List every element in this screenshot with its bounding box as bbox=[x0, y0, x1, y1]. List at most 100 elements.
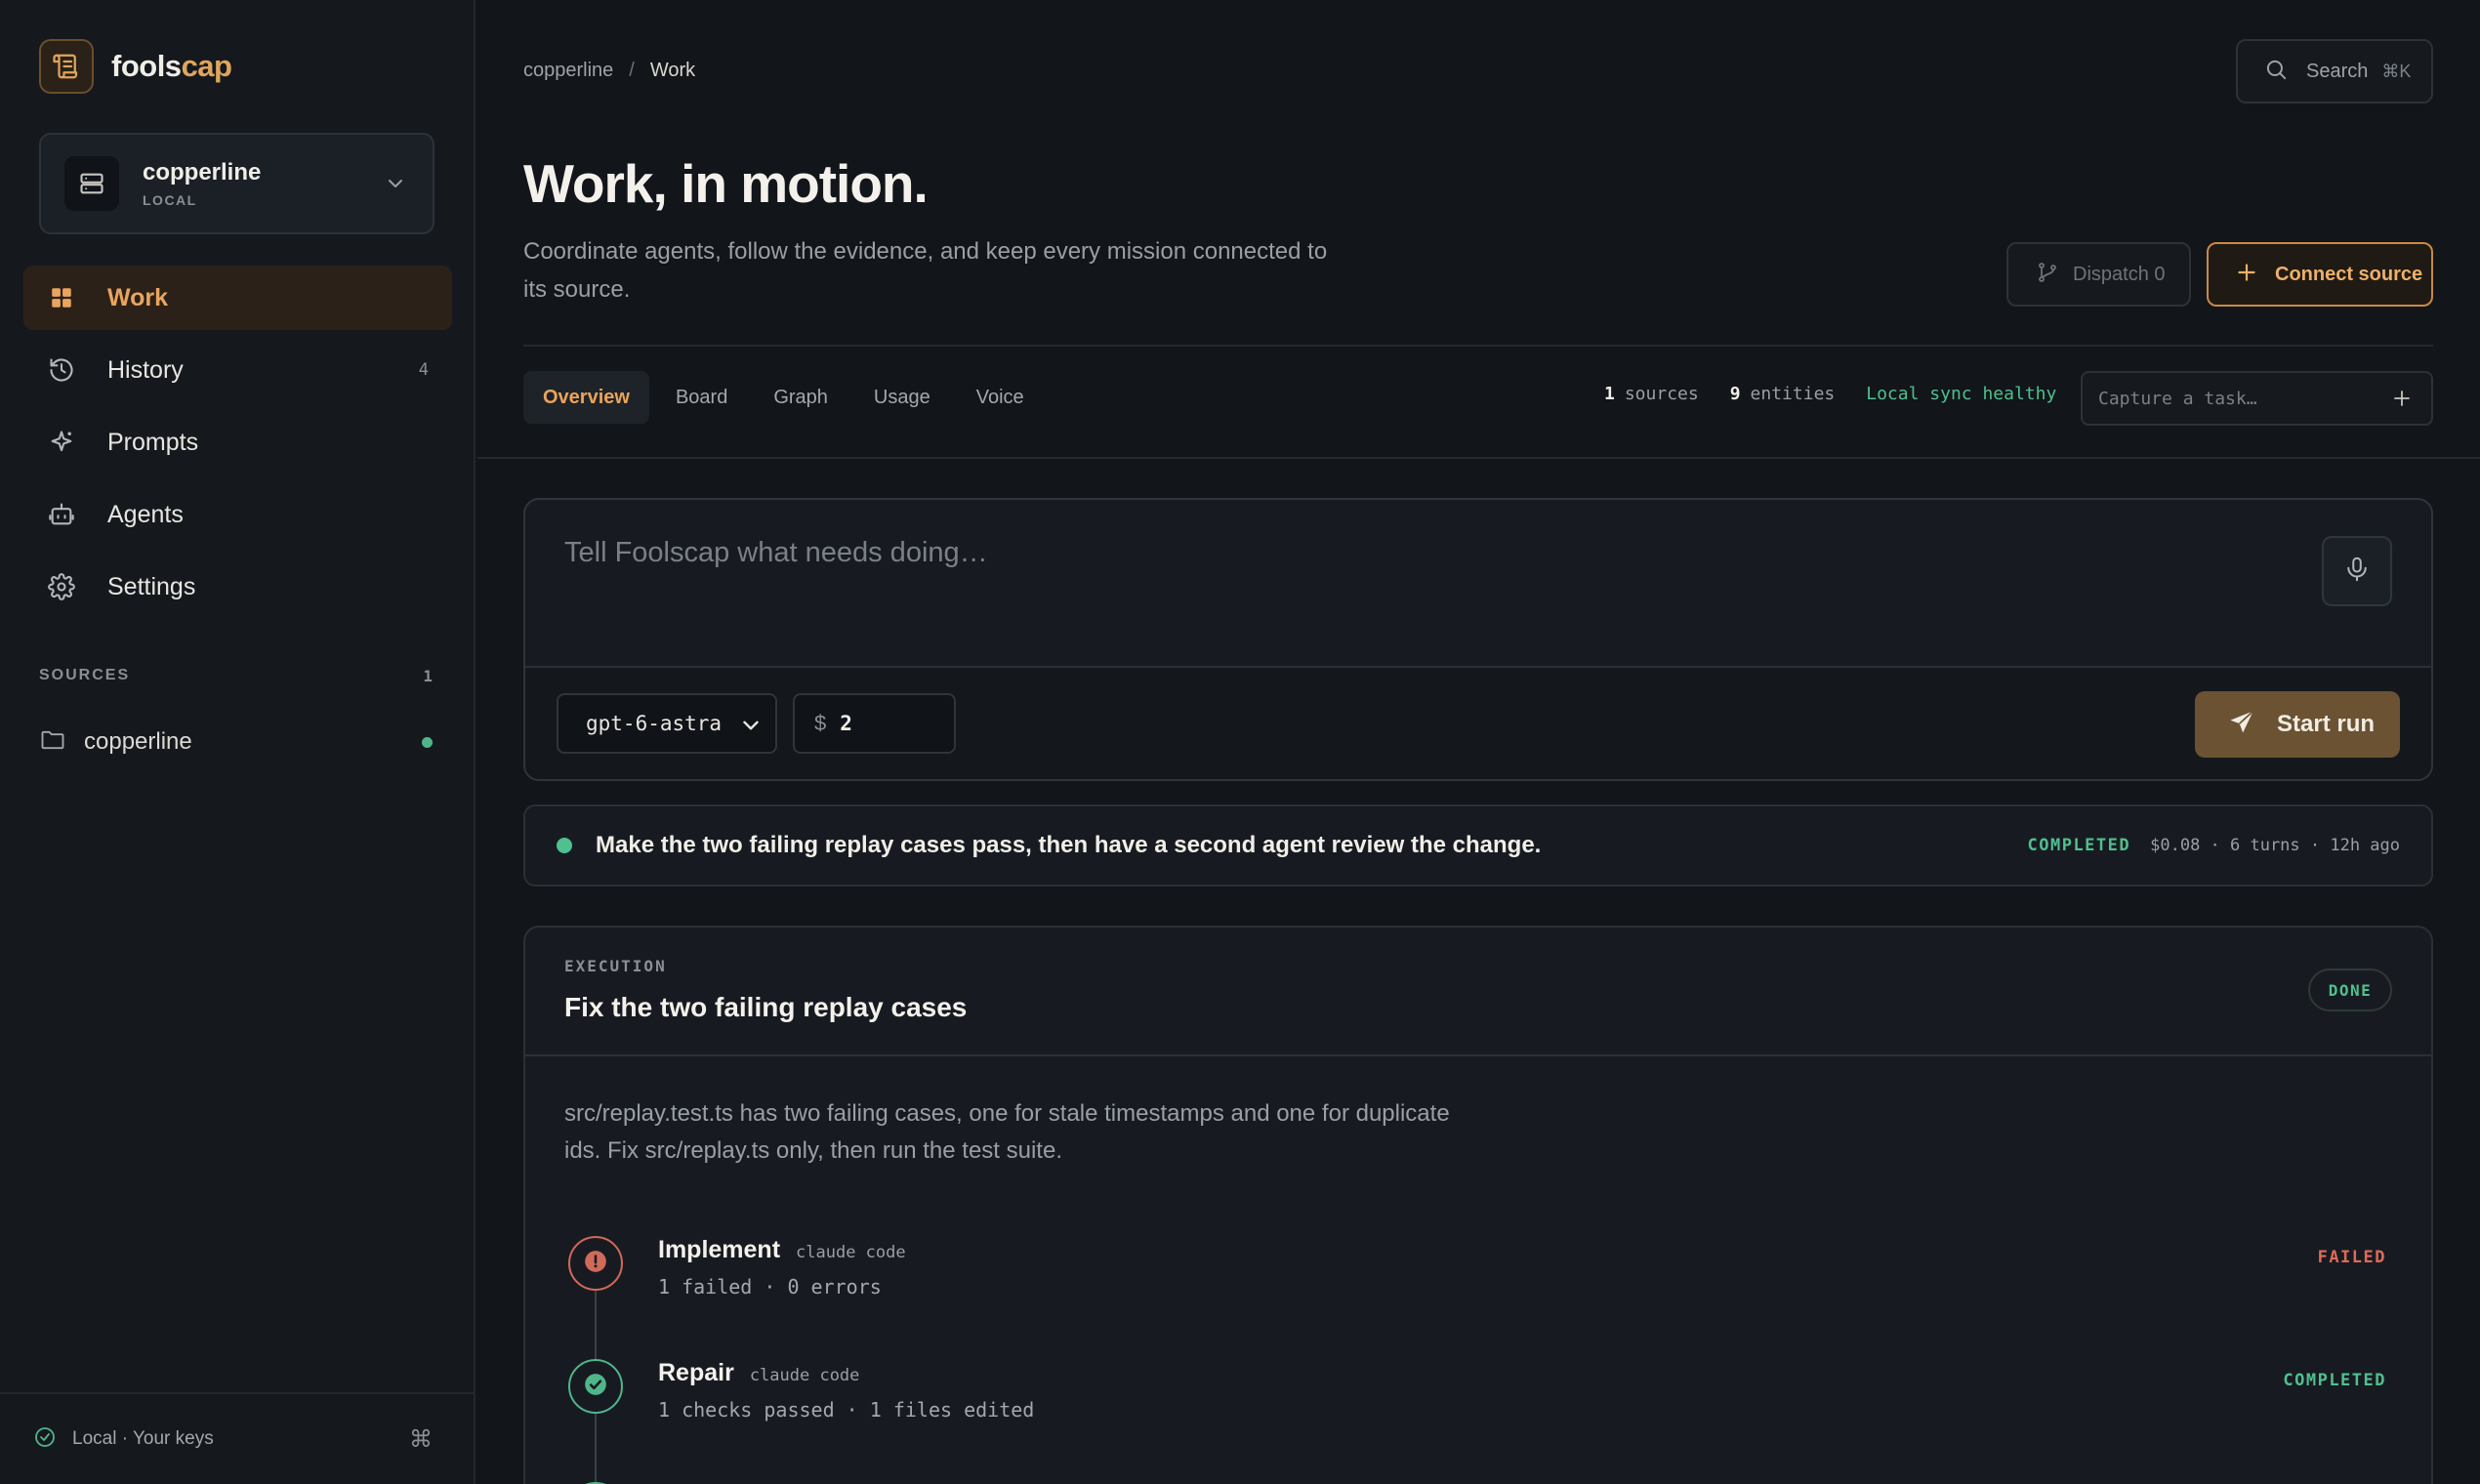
source-label: copperline bbox=[84, 728, 192, 755]
step-agent: claude code bbox=[749, 1366, 860, 1385]
nav-item-history[interactable]: History 4 bbox=[23, 338, 452, 402]
model-value: gpt-6-astra bbox=[586, 712, 723, 735]
scroll-logo-icon bbox=[39, 39, 94, 94]
folder-icon bbox=[39, 726, 66, 759]
budget-value: 2 bbox=[840, 712, 852, 735]
run-item[interactable]: Make the two failing replay cases pass, … bbox=[523, 804, 2433, 886]
breadcrumb-current: Work bbox=[649, 60, 696, 81]
footer-label: Local · Your keys bbox=[72, 1428, 214, 1449]
start-run-label: Start run bbox=[2277, 711, 2376, 737]
tab-usage[interactable]: Usage bbox=[854, 371, 950, 424]
nav-item-agents[interactable]: Agents bbox=[23, 482, 452, 547]
nav-label: Settings bbox=[107, 572, 196, 600]
nav-item-settings[interactable]: Settings bbox=[23, 555, 452, 619]
step-detail: 1 checks passed · 1 files edited bbox=[658, 1398, 1035, 1422]
chevron-down-icon bbox=[738, 713, 764, 743]
nav-item-prompts[interactable]: Prompts bbox=[23, 410, 452, 474]
nav-label: Prompts bbox=[107, 428, 199, 456]
tab-graph[interactable]: Graph bbox=[754, 371, 847, 424]
view-tabs: Overview Board Graph Usage Voice bbox=[523, 371, 1051, 424]
step-implement[interactable]: Implement claude code 1 failed · 0 error… bbox=[564, 1230, 2396, 1298]
run-info: $0.08 · 6 turns · 12h ago bbox=[2150, 836, 2400, 855]
sources-count: 1 bbox=[423, 667, 434, 685]
robot-icon bbox=[47, 500, 76, 529]
brand[interactable]: foolscap bbox=[39, 39, 232, 94]
execution-description: src/replay.test.ts has two failing cases… bbox=[564, 1100, 1450, 1164]
tab-voice[interactable]: Voice bbox=[957, 371, 1044, 424]
search-shortcut: ⌘K bbox=[2381, 61, 2412, 81]
status-badge: DONE bbox=[2308, 969, 2392, 1011]
nav-label: History bbox=[107, 355, 184, 384]
run-title: Make the two failing replay cases pass, … bbox=[596, 832, 1542, 858]
sources-stat: 1 sources bbox=[1604, 384, 1699, 404]
tab-board[interactable]: Board bbox=[656, 371, 747, 424]
search-button[interactable]: Search ⌘K bbox=[2236, 39, 2433, 103]
add-task-plus-icon[interactable] bbox=[2390, 387, 2414, 415]
nav-label: Work bbox=[107, 283, 169, 311]
workspace-mode: LOCAL bbox=[143, 192, 197, 208]
breadcrumb-root[interactable]: copperline bbox=[523, 60, 613, 82]
command-shortcut-button[interactable]: ⌘ bbox=[409, 1425, 433, 1454]
page-title: Work, in motion. bbox=[523, 153, 929, 214]
nav-item-work[interactable]: Work bbox=[23, 266, 452, 330]
connect-source-label: Connect source bbox=[2275, 263, 2423, 285]
source-status-dot bbox=[422, 736, 433, 748]
tab-overview[interactable]: Overview bbox=[523, 371, 649, 424]
step-repair[interactable]: Repair claude code 1 checks passed · 1 f… bbox=[564, 1353, 2396, 1422]
source-item-copperline[interactable]: copperline bbox=[39, 722, 434, 762]
model-select[interactable]: gpt-6-astra bbox=[557, 693, 777, 754]
composer-toolbar: gpt-6-astra $ 2 Start run bbox=[525, 666, 2431, 779]
grid-icon bbox=[47, 283, 76, 312]
page-description: Coordinate agents, follow the evidence, … bbox=[523, 238, 1328, 303]
voice-input-button[interactable] bbox=[2322, 536, 2392, 606]
connect-source-button[interactable]: Connect source bbox=[2207, 242, 2433, 307]
chevron-down-icon bbox=[384, 172, 407, 200]
breadcrumb: copperline / Work bbox=[523, 60, 695, 82]
check-circle-icon bbox=[33, 1425, 57, 1454]
step-agent: claude code bbox=[796, 1243, 906, 1262]
run-meta: COMPLETED $0.08 · 6 turns · 12h ago bbox=[2028, 836, 2401, 855]
main-nav: Work History 4 Prompts Agents Settings bbox=[23, 266, 452, 627]
task-prompt-input[interactable] bbox=[564, 537, 2224, 615]
run-status: COMPLETED bbox=[2027, 836, 2131, 855]
gear-icon bbox=[47, 572, 76, 601]
run-status-dot bbox=[557, 838, 572, 853]
execution-card: EXECUTION Fix the two failing replay cas… bbox=[523, 926, 2433, 1484]
step-status: COMPLETED bbox=[2283, 1371, 2386, 1390]
execution-title: Fix the two failing replay cases bbox=[564, 992, 968, 1022]
microphone-icon bbox=[2342, 555, 2372, 589]
step-next[interactable] bbox=[564, 1476, 2396, 1484]
sparkle-icon bbox=[47, 428, 76, 457]
start-run-button[interactable]: Start run bbox=[2195, 691, 2400, 758]
budget-input[interactable]: $ 2 bbox=[793, 693, 956, 754]
sources-title: SOURCES bbox=[39, 667, 131, 683]
server-icon bbox=[64, 156, 119, 211]
dispatch-button[interactable]: Dispatch 0 bbox=[2006, 242, 2191, 307]
execution-header: EXECUTION Fix the two failing replay cas… bbox=[525, 928, 2431, 1056]
workspace-stats: 1 sources 9 entities Local sync healthy bbox=[1604, 384, 2056, 404]
workspace-switcher[interactable]: copperline LOCAL bbox=[39, 133, 434, 234]
plus-icon bbox=[2234, 260, 2259, 290]
breadcrumb-separator: / bbox=[629, 60, 635, 81]
execution-eyebrow: EXECUTION bbox=[564, 957, 667, 975]
dollar-icon: $ bbox=[814, 711, 827, 735]
entities-stat: 9 entities bbox=[1729, 384, 1836, 404]
dispatch-label: Dispatch 0 bbox=[2073, 263, 2166, 285]
step-detail: 1 failed · 0 errors bbox=[658, 1275, 882, 1298]
search-icon bbox=[2263, 57, 2289, 87]
sidebar: foolscap copperline LOCAL Work History 4… bbox=[0, 0, 475, 1484]
send-icon bbox=[2228, 709, 2255, 741]
nav-label: Agents bbox=[107, 500, 184, 528]
capture-task-input[interactable] bbox=[2098, 388, 2381, 409]
step-name: Implement bbox=[658, 1236, 781, 1263]
step-status: FAILED bbox=[2317, 1248, 2386, 1267]
divider bbox=[477, 457, 2480, 459]
main-content: copperline / Work Search ⌘K Work, in mot… bbox=[477, 0, 2480, 1484]
step-indicator bbox=[568, 1236, 623, 1291]
search-label: Search bbox=[2306, 60, 2369, 82]
check-circle-icon bbox=[583, 1372, 608, 1402]
capture-task-field bbox=[2081, 371, 2433, 426]
history-icon bbox=[47, 355, 76, 385]
sync-status: Local sync healthy bbox=[1866, 384, 2057, 404]
task-composer: gpt-6-astra $ 2 Start run bbox=[523, 498, 2433, 781]
